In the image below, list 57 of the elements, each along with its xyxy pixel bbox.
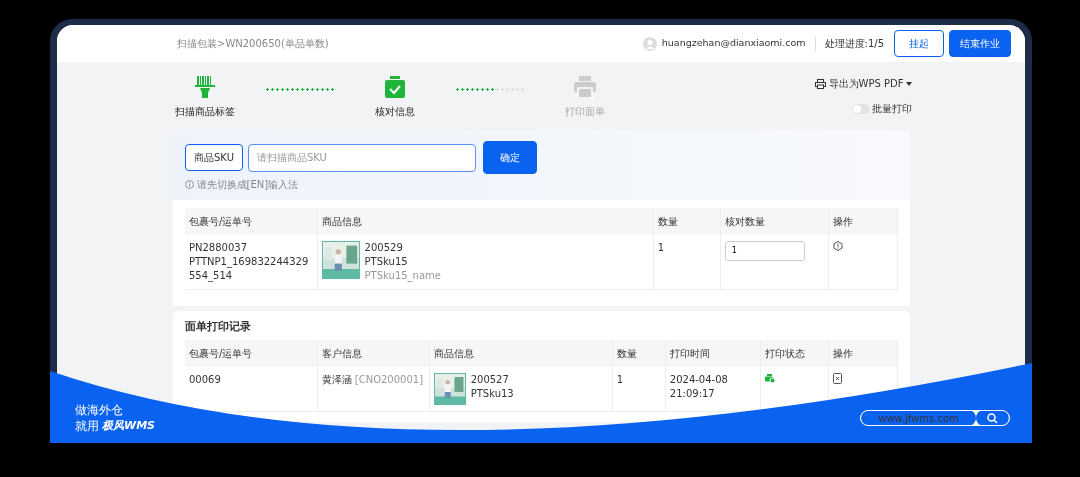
print-time: 21:09:17 [669, 386, 716, 401]
product-sku: PTSku13 [470, 386, 514, 401]
product-sku: PTSku15 [364, 254, 409, 269]
hint-text: 请先切换成[EN]输入法 [196, 177, 299, 192]
table-cell: 1 [653, 234, 721, 289]
column-header: 包裹号/运单号 [185, 339, 318, 367]
column-header: 核对数量 [720, 207, 829, 235]
package-number: 00069 [189, 373, 221, 385]
column-header: 商品信息 [429, 339, 613, 367]
progress-text: 处理进度:1/5 [824, 37, 884, 51]
breadcrumb[interactable]: 扫描包装>WN200650(单品单数) [177, 36, 329, 51]
column-header: 商品信息 [317, 207, 654, 235]
export-dropdown[interactable]: 导出为WPS PDF [815, 76, 912, 91]
step-label: 核对信息 [374, 105, 416, 119]
document-icon[interactable] [832, 372, 842, 384]
section-title: 面单打印记录 [185, 318, 252, 335]
promo-text: 就用 [75, 418, 99, 435]
promo-text: 做海外仓 [75, 402, 123, 419]
user-avatar [642, 36, 657, 51]
info-icon [185, 179, 194, 189]
toggle-label: 批量打印 [872, 102, 912, 116]
toggle-switch[interactable] [851, 103, 870, 114]
package-number: PTTNP1_169832244329554_514 [189, 254, 310, 283]
column-header: 包裹号/运单号 [185, 207, 318, 235]
clipboard-check-icon [385, 76, 405, 98]
caret-icon [906, 81, 912, 86]
printer-icon [574, 76, 596, 98]
table-cell: 1 [612, 366, 666, 411]
customer-name: 黄泽涵 [321, 373, 352, 385]
column-header: 打印状态 [760, 339, 829, 367]
product-code: 200529 [364, 240, 404, 255]
finish-button[interactable]: 结束作业 [949, 30, 1011, 57]
column-header: 数量 [612, 339, 666, 367]
customer-code: [CNO200001] [354, 373, 424, 385]
package-number: PN2880037 [189, 240, 249, 255]
user-email: huangzehan@dianxiaomi.com [661, 36, 806, 51]
confirm-button[interactable]: 确定 [482, 141, 537, 174]
barcode-scanner-icon [195, 76, 215, 98]
suspend-button[interactable]: 挂起 [894, 30, 944, 57]
product-code: 200527 [470, 372, 510, 387]
quantity-input-field[interactable]: 1 [724, 240, 805, 261]
column-header: 客户信息 [317, 339, 430, 367]
column-header: 操作 [828, 339, 898, 367]
column-header: 打印时间 [665, 339, 761, 367]
brand-logo: 极风WMS [102, 418, 155, 434]
search-icon[interactable] [976, 411, 1009, 425]
field-label: 商品SKU [185, 144, 243, 171]
print-time: 2024-04-08 [669, 372, 729, 387]
step-label: 扫描商品标签 [174, 105, 236, 119]
column-header: 操作 [828, 207, 898, 235]
printer-icon [815, 78, 827, 89]
sku-input-field[interactable]: 请扫描商品SKU [247, 143, 476, 172]
url-text: www.jfwms.com [861, 411, 976, 425]
column-header: 数量 [653, 207, 721, 235]
step-label: 打印面单 [564, 105, 606, 119]
product-name: PTSku15_name [364, 268, 441, 283]
warning-icon[interactable] [832, 240, 843, 251]
